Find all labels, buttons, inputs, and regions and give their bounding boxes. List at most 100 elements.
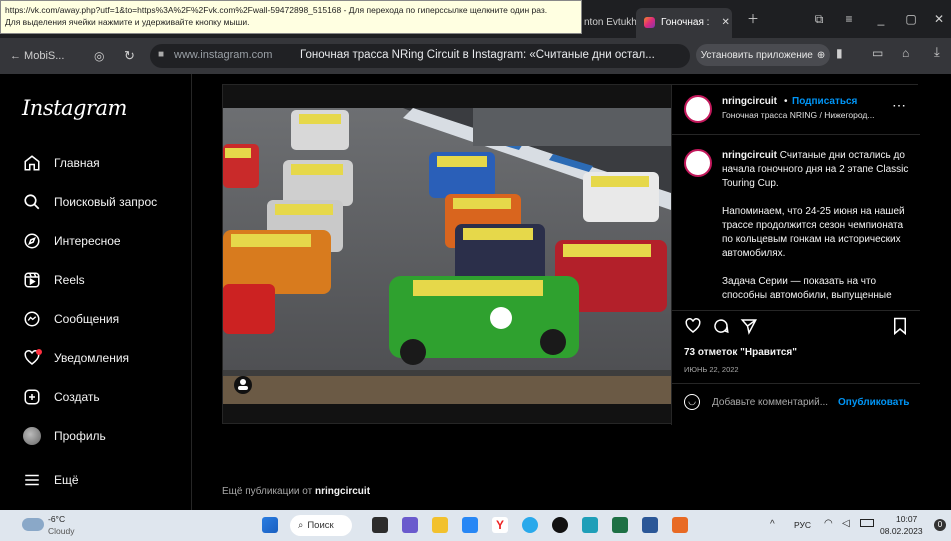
tab-title: Гоночная : xyxy=(661,16,710,28)
cloud-weather-icon[interactable] xyxy=(22,518,44,531)
instagram-logo[interactable]: Instagram xyxy=(22,96,127,120)
sidebar-item-label: Сообщения xyxy=(54,312,120,326)
avatar-icon xyxy=(22,426,42,446)
weather-temp[interactable]: -6°C xyxy=(48,514,65,524)
vk-icon[interactable] xyxy=(462,517,478,533)
sidebar-item-label: Создать xyxy=(54,390,100,404)
collections-icon[interactable]: ⌂ xyxy=(902,46,909,60)
sidebar-item-more[interactable]: Ещё xyxy=(22,467,79,493)
bookmark-icon[interactable]: ▮ xyxy=(836,46,843,60)
task-view-icon[interactable] xyxy=(372,517,388,533)
page-title-text: Гоночная трасса NRing Circuit в Instagra… xyxy=(300,49,655,61)
likes-count[interactable]: 73 отметок "Нравится" xyxy=(684,347,797,358)
volume-icon[interactable]: ◁ xyxy=(842,518,850,529)
keyboard-language[interactable]: РУС xyxy=(794,520,811,530)
comment-bar: ◡ Добавьте комментарий... Опубликовать xyxy=(672,383,920,425)
comment-input[interactable]: Добавьте комментарий... xyxy=(712,397,828,408)
sidebar-item-messages[interactable]: Сообщения xyxy=(22,306,119,332)
sidebar-item-reels[interactable]: Reels xyxy=(22,267,85,293)
plus-square-icon xyxy=(22,387,42,407)
wifi-icon[interactable]: ◠ xyxy=(824,518,833,529)
caption-area: nringcircuit Считаные дни остались до на… xyxy=(672,135,920,311)
weather-condition[interactable]: Cloudy xyxy=(48,526,74,536)
share-icon[interactable] xyxy=(740,317,758,340)
telegram-icon[interactable] xyxy=(522,517,538,533)
comment-icon[interactable] xyxy=(712,317,730,340)
sidebar-item-profile[interactable]: Профиль xyxy=(22,423,106,449)
bookmark-save-icon[interactable] xyxy=(892,317,908,340)
edge-browser-icon[interactable] xyxy=(582,517,598,533)
compass-icon xyxy=(22,231,42,251)
sidebar-item-label: Главная xyxy=(54,156,100,170)
header-separator: • xyxy=(784,96,788,107)
sidebar: Instagram Главная Поисковый запрос Интер… xyxy=(0,74,192,510)
close-tab-icon[interactable]: ✕ xyxy=(721,17,729,28)
taskbar-search[interactable]: ⌕ Поиск xyxy=(290,515,352,536)
chat-icon[interactable] xyxy=(402,517,418,533)
publish-button[interactable]: Опубликовать xyxy=(838,397,909,408)
tooltip-line-2: Для выделения ячейки нажмите и удерживай… xyxy=(5,17,250,27)
notification-badge-icon[interactable]: 0 xyxy=(934,519,946,531)
menu-icon[interactable]: ≡ xyxy=(842,12,856,26)
like-heart-icon[interactable] xyxy=(684,317,702,340)
more-options-icon[interactable]: ⋯ xyxy=(892,97,906,114)
reader-icon[interactable]: ◎ xyxy=(94,49,104,63)
sidebar-item-search[interactable]: Поисковый запрос xyxy=(22,189,157,215)
caption-username[interactable]: nringcircuit xyxy=(722,150,777,161)
tooltip-line-1: https://vk.com/away.php?utf=1&to=https%3… xyxy=(5,5,548,15)
follow-button[interactable]: Подписаться xyxy=(792,96,857,107)
battery-saver-icon[interactable]: ▭ xyxy=(872,46,883,60)
author-avatar[interactable] xyxy=(684,95,712,123)
clock-time[interactable]: 10:07 xyxy=(896,514,917,524)
download-icon[interactable]: ⤓ xyxy=(934,44,940,60)
minimize-icon[interactable]: _ xyxy=(874,12,888,26)
reels-icon xyxy=(22,270,42,290)
extensions-icon[interactable]: ⧉ xyxy=(812,12,826,26)
browser-tab[interactable]: nton Evtukh xyxy=(584,10,637,34)
new-tab-icon[interactable]: ＋ xyxy=(746,12,760,26)
notification-dot xyxy=(36,349,42,355)
sidebar-item-notifications[interactable]: Уведомления xyxy=(22,345,129,371)
excel-icon[interactable] xyxy=(612,517,628,533)
sidebar-item-create[interactable]: Создать xyxy=(22,384,100,410)
word-icon[interactable] xyxy=(642,517,658,533)
sidebar-item-label: Поисковый запрос xyxy=(54,195,158,209)
author-username[interactable]: nringcircuit xyxy=(722,96,777,107)
close-window-icon[interactable]: ✕ xyxy=(932,12,946,26)
reload-icon[interactable]: ↻ xyxy=(124,48,135,64)
tray-chevron-icon[interactable]: ^ xyxy=(770,519,775,530)
post-header: nringcircuit • Подписаться Гоночная трас… xyxy=(672,85,920,135)
caption-paragraph-2: Напоминаем, что 24-25 июня на нашей трас… xyxy=(722,206,905,259)
windows-start-icon[interactable] xyxy=(262,517,278,533)
post-area: nringcircuit • Подписаться Гоночная трас… xyxy=(208,84,951,510)
instagram-favicon-icon xyxy=(644,16,655,28)
yandex-icon[interactable]: Y xyxy=(492,517,508,533)
install-app-label: Установить приложение xyxy=(700,49,813,61)
url-field[interactable]: ■ www.instagram.com Гоночная трасса NRin… xyxy=(150,44,690,68)
battery-icon[interactable] xyxy=(860,519,874,527)
back-button[interactable]: ← MobiS... xyxy=(10,50,64,62)
app-icon[interactable] xyxy=(672,517,688,533)
caption-avatar[interactable] xyxy=(684,149,712,177)
tab-title: nton Evtukh xyxy=(584,16,637,28)
url-text: www.instagram.com xyxy=(174,49,273,61)
install-icon: ⊕ xyxy=(816,49,826,61)
install-app-button[interactable]: Установить приложение ⊕ xyxy=(696,44,830,66)
home-icon xyxy=(22,153,42,173)
emoji-icon[interactable]: ◡ xyxy=(684,394,700,410)
post-location[interactable]: Гоночная трасса NRING / Нижегород... xyxy=(722,110,874,120)
file-explorer-icon[interactable] xyxy=(432,517,448,533)
post-photo[interactable] xyxy=(223,108,671,404)
more-pubs-username[interactable]: nringcircuit xyxy=(315,486,370,497)
instagram-page: Instagram Главная Поисковый запрос Интер… xyxy=(0,74,951,510)
tab-active-content[interactable]: Гоночная : ✕ xyxy=(644,10,730,34)
clock-date[interactable]: 08.02.2023 xyxy=(880,526,923,536)
heart-icon xyxy=(22,348,42,368)
maximize-icon[interactable]: ▢ xyxy=(904,12,918,26)
search-icon xyxy=(22,192,42,212)
tiktok-icon[interactable] xyxy=(552,517,568,533)
caption-paragraph-3: Задача Серии — показать на что способны … xyxy=(722,276,892,301)
sidebar-item-home[interactable]: Главная xyxy=(22,150,100,176)
post-card: nringcircuit • Подписаться Гоночная трас… xyxy=(222,84,920,425)
sidebar-item-explore[interactable]: Интересное xyxy=(22,228,121,254)
